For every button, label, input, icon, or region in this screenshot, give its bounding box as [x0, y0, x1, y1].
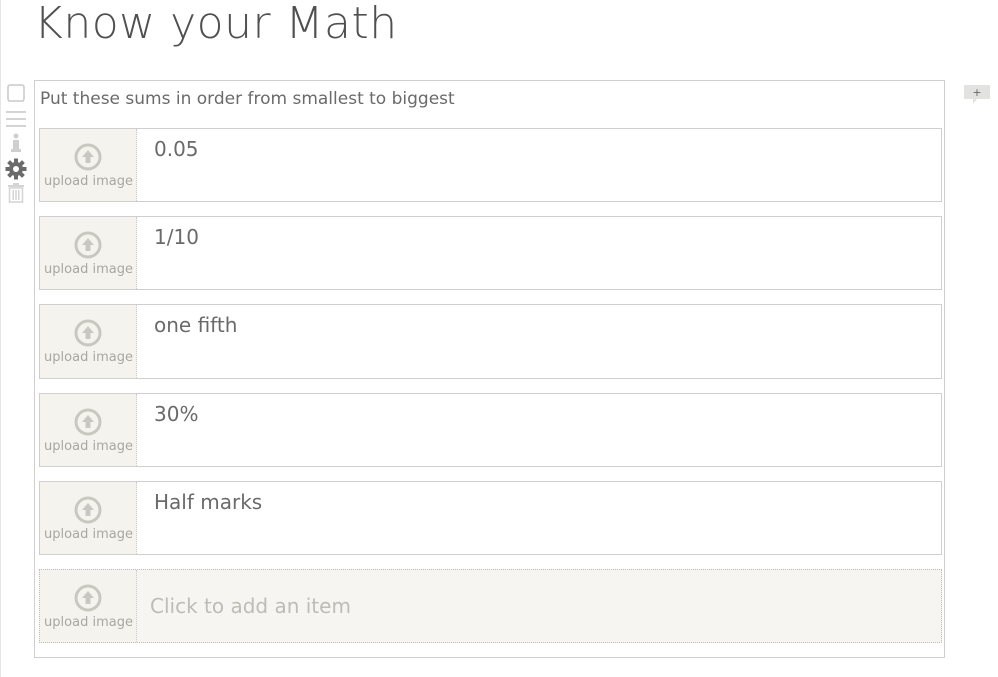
item-text[interactable]: one fifth: [154, 313, 237, 337]
upload-image-label: upload image: [44, 527, 133, 542]
trash-icon[interactable]: [5, 182, 27, 204]
add-comment-icon: +: [964, 85, 990, 104]
upload-image-button[interactable]: upload image: [40, 129, 137, 201]
upload-image-button[interactable]: upload image: [40, 482, 137, 554]
upload-image-label: upload image: [44, 262, 133, 277]
gear-icon[interactable]: [5, 158, 27, 180]
item-text[interactable]: Half marks: [154, 490, 262, 514]
left-divider: [0, 0, 1, 677]
list-item[interactable]: upload image 0.05: [39, 128, 942, 202]
list-item[interactable]: upload image one fifth: [39, 304, 942, 379]
upload-image-label: upload image: [44, 439, 133, 454]
page-title[interactable]: Know your Math: [34, 0, 398, 54]
drag-handle-icon[interactable]: [5, 108, 27, 130]
list-item[interactable]: upload image 30%: [39, 393, 942, 467]
list-item[interactable]: upload image 1/10: [39, 216, 942, 290]
upload-arrow-icon: [74, 319, 102, 347]
upload-image-button[interactable]: upload image: [40, 570, 137, 642]
upload-image-label: upload image: [44, 174, 133, 189]
upload-arrow-icon: [74, 408, 102, 436]
upload-image-button[interactable]: upload image: [40, 217, 137, 289]
info-icon[interactable]: [5, 132, 27, 154]
item-text[interactable]: 30%: [154, 402, 198, 426]
upload-image-button[interactable]: upload image: [40, 394, 137, 466]
add-item-placeholder[interactable]: Click to add an item: [150, 594, 351, 618]
checkbox-icon[interactable]: [5, 83, 27, 105]
add-comment-label: +: [972, 86, 981, 99]
item-text[interactable]: 1/10: [154, 225, 199, 249]
upload-image-label: upload image: [44, 350, 133, 365]
question-toolbar: [5, 83, 29, 210]
upload-arrow-icon: [74, 231, 102, 259]
question-prompt[interactable]: Put these sums in order from smallest to…: [40, 89, 455, 109]
upload-arrow-icon: [74, 584, 102, 612]
page: Know your Math + Put these sums in order…: [0, 0, 998, 677]
upload-arrow-icon: [74, 143, 102, 171]
item-text[interactable]: 0.05: [154, 137, 199, 161]
upload-arrow-icon: [74, 496, 102, 524]
upload-image-label: upload image: [44, 615, 133, 630]
list-item[interactable]: upload image Half marks: [39, 481, 942, 555]
ordering-question: Put these sums in order from smallest to…: [34, 80, 945, 658]
add-comment-button[interactable]: +: [963, 84, 991, 106]
upload-image-button[interactable]: upload image: [40, 305, 137, 378]
add-item-row[interactable]: upload image Click to add an item: [39, 569, 942, 643]
